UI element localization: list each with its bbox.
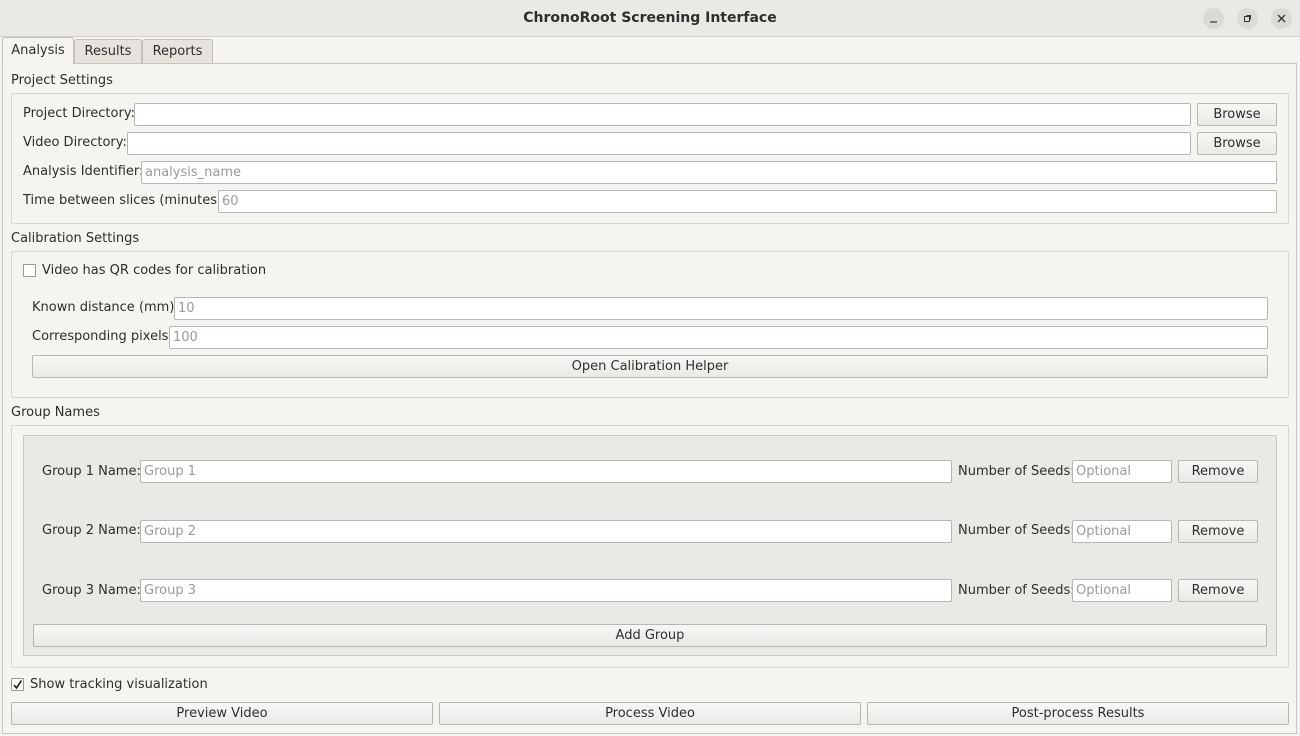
add-group-button[interactable]: Add Group — [33, 624, 1267, 647]
restore-icon — [1244, 15, 1251, 22]
group-3-remove-button[interactable]: Remove — [1178, 579, 1258, 602]
tab-bar: Analysis Results Reports — [0, 37, 1300, 64]
close-button[interactable] — [1271, 8, 1292, 29]
group-2-name-input[interactable] — [140, 520, 952, 543]
video-browse-button[interactable]: Browse — [1197, 132, 1277, 155]
project-browse-button[interactable]: Browse — [1197, 103, 1277, 126]
group-1-name-input[interactable] — [140, 460, 952, 483]
analysis-identifier-label: Analysis Identifier: — [23, 164, 144, 179]
open-calibration-helper-button[interactable]: Open Calibration Helper — [32, 355, 1268, 378]
video-directory-label: Video Directory: — [23, 135, 127, 150]
known-distance-label: Known distance (mm): — [32, 300, 179, 315]
preview-video-button[interactable]: Preview Video — [11, 702, 433, 725]
group-3-name-label: Group 3 Name: — [42, 583, 141, 598]
window-title: ChronoRoot Screening Interface — [523, 10, 777, 26]
minimize-button[interactable] — [1203, 8, 1224, 29]
project-directory-label: Project Directory: — [23, 106, 135, 121]
title-bar: ChronoRoot Screening Interface — [0, 0, 1300, 37]
group-2-seeds-label: Number of Seeds: — [958, 523, 1075, 538]
known-distance-input[interactable] — [174, 297, 1268, 320]
tab-results[interactable]: Results — [74, 39, 142, 63]
corresponding-pixels-label: Corresponding pixels: — [32, 329, 173, 344]
calibration-settings-heading: Calibration Settings — [11, 231, 140, 246]
time-between-slices-label: Time between slices (minutes): — [23, 193, 227, 208]
group-3-seeds-label: Number of Seeds: — [958, 583, 1075, 598]
maximize-button[interactable] — [1237, 8, 1258, 29]
analysis-identifier-input[interactable] — [141, 161, 1277, 184]
tab-reports[interactable]: Reports — [142, 39, 213, 63]
tab-analysis[interactable]: Analysis — [2, 37, 74, 64]
corresponding-pixels-input[interactable] — [169, 326, 1268, 349]
video-directory-input[interactable] — [127, 132, 1191, 155]
process-video-button[interactable]: Process Video — [439, 702, 861, 725]
group-2-remove-button[interactable]: Remove — [1178, 520, 1258, 543]
group-names-heading: Group Names — [11, 405, 100, 420]
group-2-name-label: Group 2 Name: — [42, 523, 141, 538]
time-between-slices-input[interactable] — [218, 190, 1277, 213]
group-1-name-label: Group 1 Name: — [42, 464, 141, 479]
group-1-seeds-input[interactable] — [1072, 460, 1172, 483]
post-process-results-button[interactable]: Post-process Results — [867, 702, 1289, 725]
project-settings-heading: Project Settings — [11, 73, 113, 88]
group-3-seeds-input[interactable] — [1072, 579, 1172, 602]
group-3-name-input[interactable] — [140, 579, 952, 602]
group-2-seeds-input[interactable] — [1072, 520, 1172, 543]
checkmark-icon — [13, 680, 23, 690]
qr-calibration-label: Video has QR codes for calibration — [42, 263, 267, 278]
show-tracking-label: Show tracking visualization — [30, 677, 208, 692]
qr-calibration-checkbox[interactable] — [23, 264, 36, 277]
show-tracking-checkbox[interactable] — [11, 678, 24, 691]
group-1-remove-button[interactable]: Remove — [1178, 460, 1258, 483]
project-directory-input[interactable] — [134, 103, 1191, 126]
minimize-icon — [1210, 21, 1217, 23]
close-icon — [1277, 14, 1286, 23]
app-window: ChronoRoot Screening Interface Analysis … — [0, 0, 1300, 736]
group-1-seeds-label: Number of Seeds: — [958, 464, 1075, 479]
